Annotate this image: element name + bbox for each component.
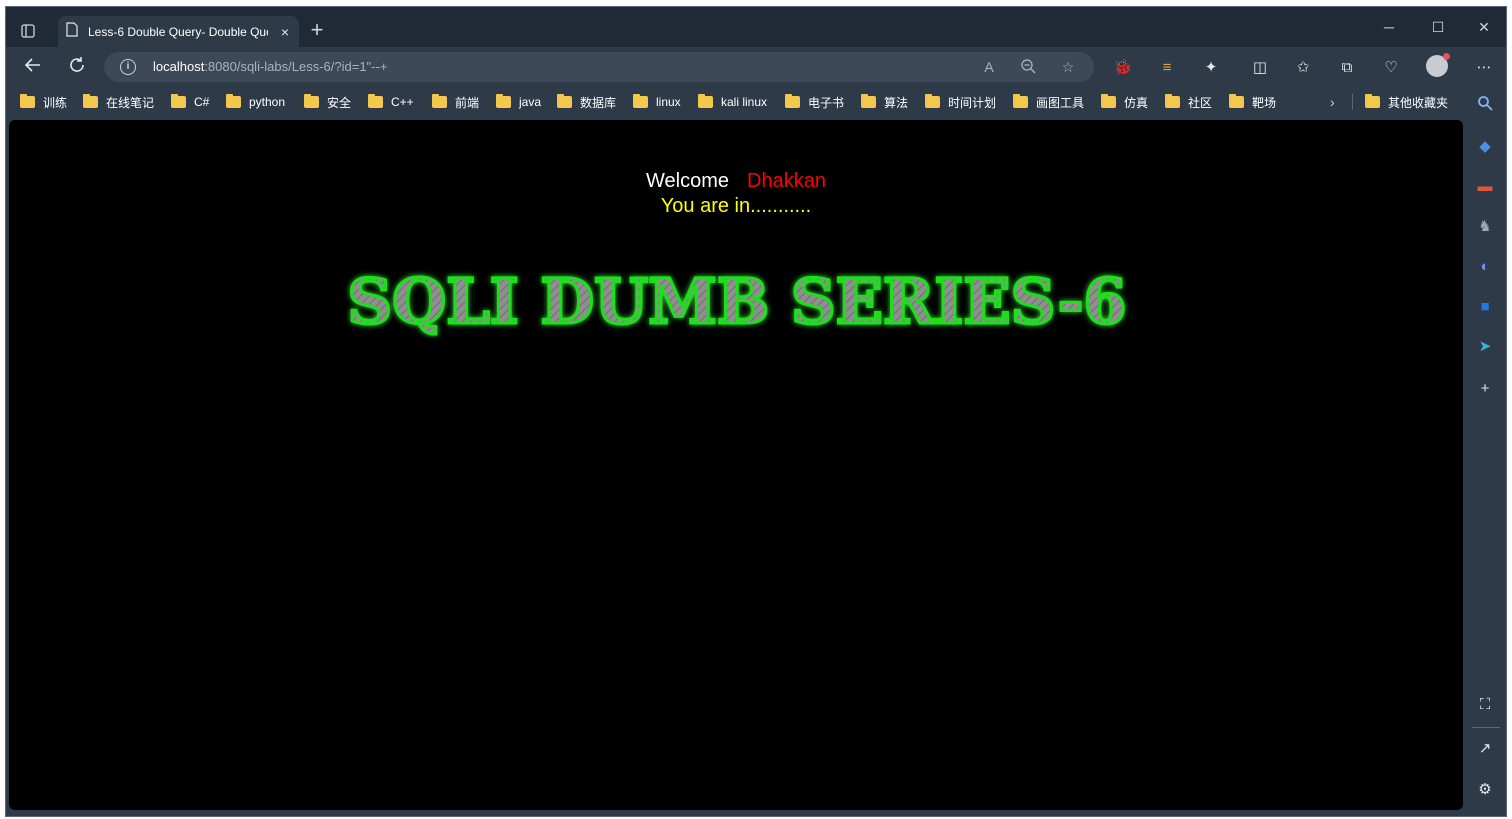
minimize-button[interactable]: ─ xyxy=(1374,17,1404,37)
user-name: Dhakkan xyxy=(747,170,826,192)
folder-icon xyxy=(20,94,35,108)
page-content: Welcome Dhakkan You are in........... SQL… xyxy=(9,120,1463,810)
maximize-button[interactable]: ☐ xyxy=(1423,17,1453,37)
bookmark-folder[interactable]: 社区 xyxy=(1165,94,1212,110)
bookmarks-divider xyxy=(1352,94,1353,110)
edge-sidebar: ◆ ▬ ♞ ◐ ■ ➤ + ⛶ ↗ ⚙ xyxy=(1466,87,1506,817)
folder-icon xyxy=(368,94,383,108)
welcome-text: Welcome xyxy=(646,170,730,192)
folder-icon xyxy=(698,94,713,108)
send-icon[interactable]: ➤ xyxy=(1475,337,1495,357)
bookmark-folder[interactable]: C++ xyxy=(368,94,414,110)
bookmark-folder[interactable]: 算法 xyxy=(861,94,908,110)
tab-close-icon[interactable]: × xyxy=(277,24,293,40)
tab-actions-icon[interactable] xyxy=(16,19,40,43)
tools-icon[interactable]: ▬ xyxy=(1475,177,1495,197)
outlook-icon[interactable]: ■ xyxy=(1475,297,1495,317)
new-tab-button[interactable]: + xyxy=(306,19,328,42)
open-external-icon[interactable]: ↗ xyxy=(1475,739,1495,759)
folder-icon xyxy=(226,94,241,108)
bookmark-folder[interactable]: 仿真 xyxy=(1101,94,1148,110)
welcome-line: Welcome Dhakkan xyxy=(9,170,1463,193)
page-icon xyxy=(66,22,78,42)
collections-icon[interactable]: ⧉ xyxy=(1336,57,1358,79)
site-info-icon[interactable]: i xyxy=(120,59,136,75)
bookmark-folder[interactable]: 电子书 xyxy=(785,94,844,110)
bookmark-folder[interactable]: java xyxy=(496,94,541,110)
shopping-tag-icon[interactable]: ◆ xyxy=(1475,137,1495,157)
settings-gear-icon[interactable]: ⚙ xyxy=(1475,780,1495,800)
folder-icon xyxy=(1165,94,1180,108)
zoom-out-icon[interactable] xyxy=(1019,58,1037,76)
folder-icon xyxy=(861,94,876,108)
address-bar[interactable]: i localhost:8080/sqli-labs/Less-6/?id=1"… xyxy=(104,52,1094,82)
screenshot-icon[interactable]: ⛶ xyxy=(1475,695,1495,715)
performance-icon[interactable]: ♡ xyxy=(1380,57,1402,79)
add-icon[interactable]: + xyxy=(1475,379,1495,399)
more-menu-icon[interactable]: ⋯ xyxy=(1473,57,1495,79)
folder-icon xyxy=(557,94,572,108)
sidebar-divider xyxy=(1472,727,1500,728)
folder-icon xyxy=(785,94,800,108)
folder-icon xyxy=(1101,94,1116,108)
status-message: You are in........... xyxy=(660,195,812,217)
series-banner: SQLI DUMB SERIES-6 xyxy=(346,268,1128,338)
tab-active[interactable]: Less-6 Double Query- Double Quotes × xyxy=(58,16,299,48)
bookmark-folder[interactable]: linux xyxy=(633,94,681,110)
url-text[interactable]: localhost:8080/sqli-labs/Less-6/?id=1"--… xyxy=(153,59,387,74)
refresh-button[interactable] xyxy=(64,55,90,81)
folder-icon xyxy=(1365,94,1380,108)
microsoft-365-icon[interactable]: ◐ xyxy=(1475,257,1495,277)
chevron-right-icon[interactable]: › xyxy=(1330,94,1335,110)
close-window-button[interactable]: ✕ xyxy=(1469,17,1499,37)
bookmark-folder[interactable]: 在线笔记 xyxy=(83,94,154,110)
favorites-icon[interactable]: ✩ xyxy=(1292,57,1314,79)
bookmark-folder[interactable]: 靶场 xyxy=(1229,94,1276,110)
folder-icon xyxy=(633,94,648,108)
bookmark-folder[interactable]: 数据库 xyxy=(557,94,616,110)
bookmark-folder[interactable]: 画图工具 xyxy=(1013,94,1084,110)
bookmark-folder[interactable]: 时间计划 xyxy=(925,94,996,110)
extension-server-icon[interactable]: ≡ xyxy=(1156,57,1178,79)
bookmark-folder[interactable]: 安全 xyxy=(304,94,351,110)
back-button[interactable] xyxy=(20,55,46,81)
folder-icon xyxy=(83,94,98,108)
tab-title: Less-6 Double Query- Double Quotes xyxy=(88,25,268,39)
folder-icon xyxy=(171,94,186,108)
folder-icon xyxy=(304,94,319,108)
extensions-icon[interactable]: ✦ xyxy=(1200,57,1222,79)
folder-icon xyxy=(1229,94,1244,108)
tab-strip: Less-6 Double Query- Double Quotes × + ─… xyxy=(6,7,1506,48)
split-screen-icon[interactable]: ◫ xyxy=(1249,57,1271,79)
search-icon[interactable] xyxy=(1475,95,1495,115)
favorite-star-icon[interactable]: ☆ xyxy=(1059,58,1077,76)
toolbar: i localhost:8080/sqli-labs/Less-6/?id=1"… xyxy=(6,47,1506,87)
folder-icon xyxy=(925,94,940,108)
profile-avatar[interactable] xyxy=(1426,53,1450,77)
bookmarks-bar: 训练 在线笔记 C# python 安全 C++ 前端 java 数据库 lin… xyxy=(6,87,1506,117)
bookmark-folder[interactable]: kali linux xyxy=(698,94,767,110)
browser-window: Less-6 Double Query- Double Quotes × + ─… xyxy=(5,6,1507,817)
games-icon[interactable]: ♞ xyxy=(1475,217,1495,237)
bookmark-folder[interactable]: python xyxy=(226,94,285,110)
bookmark-folder[interactable]: 训练 xyxy=(20,94,67,110)
bookmark-folder[interactable]: 前端 xyxy=(432,94,479,110)
bookmark-folder[interactable]: C# xyxy=(171,94,209,110)
folder-icon xyxy=(496,94,511,108)
extension-puppy-icon[interactable]: 🐞 xyxy=(1112,57,1134,79)
folder-icon xyxy=(1013,94,1028,108)
read-aloud-icon[interactable]: A xyxy=(980,58,998,76)
other-bookmarks-folder[interactable]: 其他收藏夹 xyxy=(1365,94,1448,110)
folder-icon xyxy=(432,94,447,108)
banner-text: SQLI DUMB SERIES-6 xyxy=(347,268,1126,338)
